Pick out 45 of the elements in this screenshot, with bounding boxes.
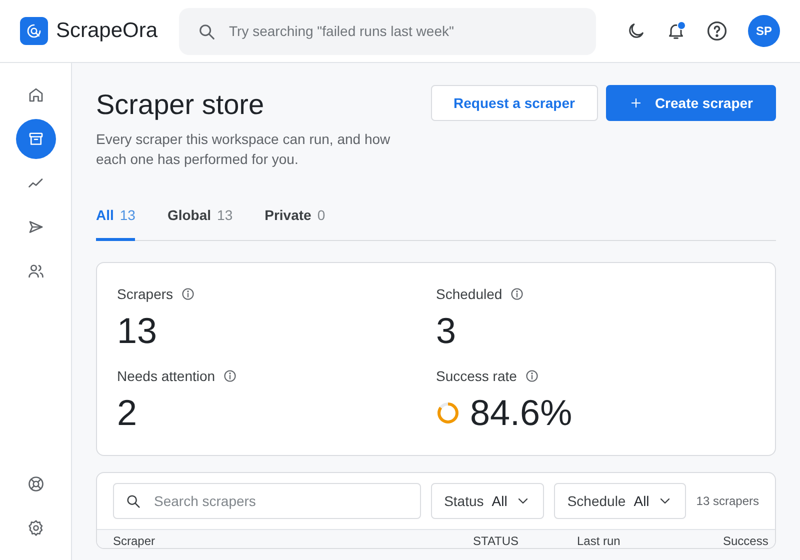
filter-tab[interactable]: All 13 <box>96 201 136 241</box>
settings-icon <box>26 519 44 537</box>
global-search-field[interactable]: Try searching "failed runs last week" <box>179 8 596 54</box>
stat-label: Needs attention <box>117 368 216 384</box>
stat-value: 13 <box>117 310 158 352</box>
dark-mode-icon[interactable] <box>626 21 646 41</box>
page-title: Scraper store <box>96 89 266 121</box>
info-icon[interactable] <box>181 287 196 301</box>
stat-value: 2 <box>117 392 138 434</box>
stat-value: 3 <box>436 310 456 352</box>
users-icon <box>26 262 44 280</box>
archive-box-icon <box>26 130 44 148</box>
info-icon[interactable] <box>524 369 539 383</box>
sidebar-item[interactable] <box>16 119 56 159</box>
stat-label: Success rate <box>436 368 517 384</box>
brand-name: ScrapeOra <box>56 19 158 43</box>
user-avatar[interactable]: SP <box>748 15 780 47</box>
stat-label: Scheduled <box>436 286 502 302</box>
column-header: Success <box>723 534 768 548</box>
plus-icon <box>628 96 643 110</box>
home-icon <box>26 86 44 104</box>
stat-label: Scrapers <box>117 286 174 302</box>
info-icon[interactable] <box>223 369 238 383</box>
search-field[interactable]: Search scrapers <box>113 483 422 519</box>
request-button[interactable]: Request a scraper <box>430 85 598 121</box>
column-header: STATUS <box>473 534 520 548</box>
column-header: Scraper <box>113 534 156 548</box>
filter-dropdown[interactable]: Schedule All <box>554 483 686 519</box>
app-logo[interactable] <box>20 17 48 45</box>
create-button[interactable]: Create scraper <box>606 85 776 121</box>
page-subtitle: Every scraper this workspace can run, and how each one has performed for you. <box>96 130 392 169</box>
filter-tab[interactable]: Global 13 <box>167 201 233 241</box>
column-header: Last run <box>577 534 622 548</box>
lifebuoy-icon <box>26 475 44 493</box>
filter-tab[interactable]: Private 0 <box>264 201 326 241</box>
stat-value: 84.6% <box>470 392 572 434</box>
help-icon[interactable] <box>706 20 728 42</box>
result-count: 13 scrapers <box>696 494 759 508</box>
search-icon <box>197 22 217 42</box>
progress-ring-icon <box>436 401 460 425</box>
search-icon <box>125 493 142 510</box>
filter-dropdown[interactable]: Status All <box>431 483 544 519</box>
info-icon[interactable] <box>510 287 524 301</box>
notifications-icon[interactable] <box>666 21 686 41</box>
send-icon <box>26 218 44 236</box>
